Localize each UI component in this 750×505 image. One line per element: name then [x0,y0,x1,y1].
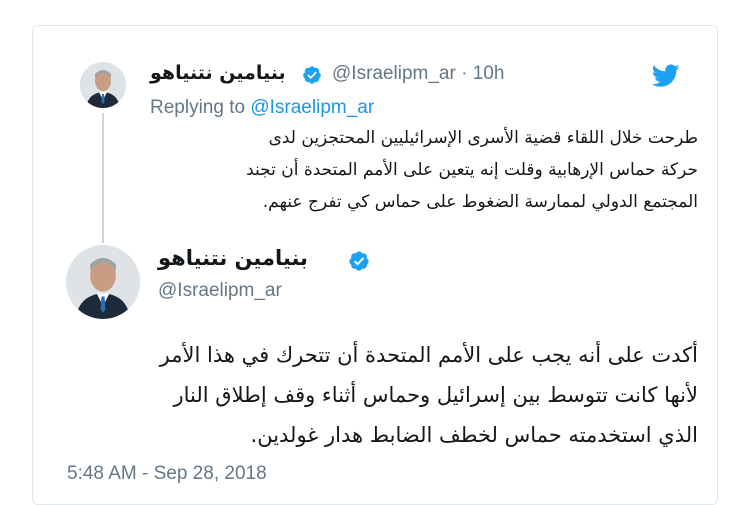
twitter-bird-icon[interactable] [652,64,680,88]
verified-badge-icon [349,251,369,271]
reply-display-name[interactable]: بنيامين نتنياهو [150,62,286,84]
replying-to: Replying to @Israelipm_ar [150,97,374,119]
thread-connector-line [102,113,104,243]
replying-to-prefix: Replying to [150,97,251,118]
main-display-name[interactable]: بنيامين نتنياهو [158,246,308,270]
reply-avatar[interactable] [80,62,126,108]
main-avatar[interactable] [66,245,140,319]
reply-text-line-1: طرحت خلال اللقاء قضية الأسرى الإسرائيليي… [268,128,698,148]
main-text-line-1: أكدت على أنه يجب على الأمم المتحدة أن تت… [159,343,698,367]
reply-text-line-3: المجتمع الدولي لممارسة الضغوط على حماس ك… [262,192,698,212]
reply-handle-time[interactable]: @Israelipm_ar · 10h [332,63,504,85]
main-text-line-2: لأنها كانت تتوسط بين إسرائيل وحماس أثناء… [173,383,699,407]
main-handle[interactable]: @Israelipm_ar [158,280,282,302]
tweet-timestamp[interactable]: 5:48 AM - Sep 28, 2018 [67,463,267,485]
replying-to-handle-link[interactable]: @Israelipm_ar [250,97,374,118]
reply-text-line-2: حركة حماس الإرهابية وقلت إنه يتعين على ا… [246,160,698,180]
main-text-line-3: الذي استخدمته حماس لخطف الضابط هدار غولد… [250,423,698,447]
verified-badge-icon [303,66,321,84]
